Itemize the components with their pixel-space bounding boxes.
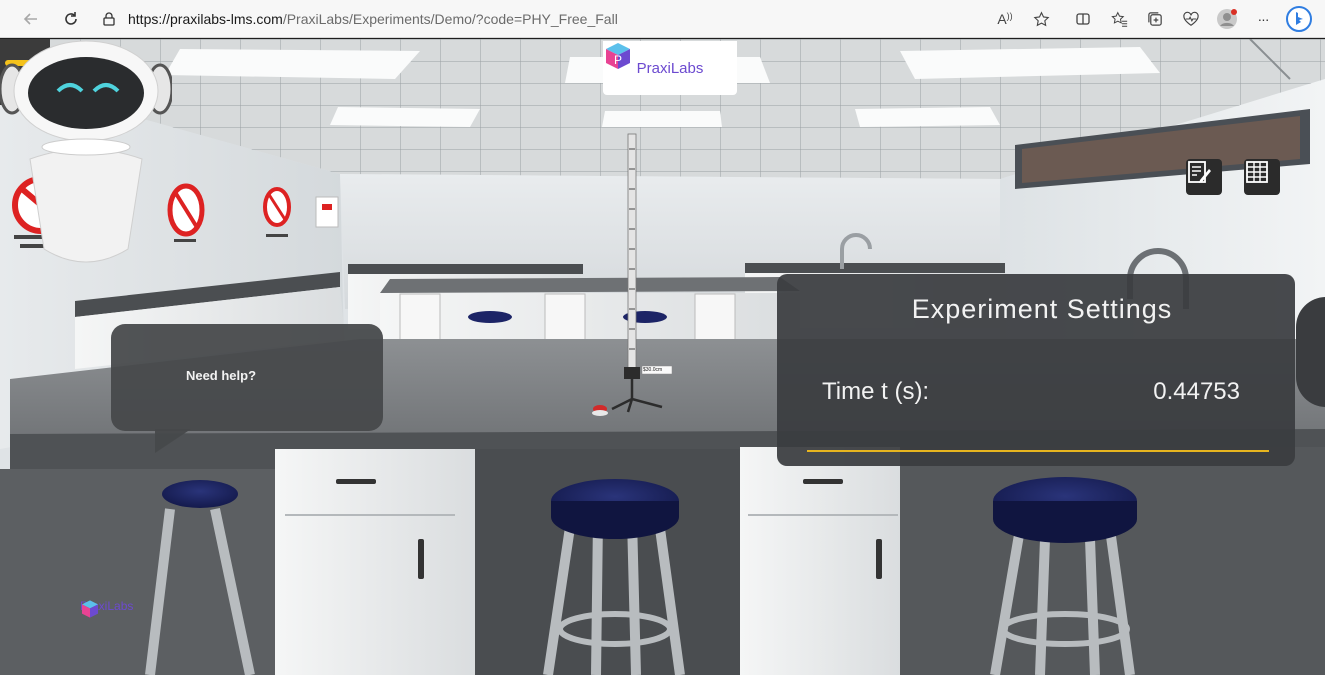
favorites-icon[interactable]	[1101, 4, 1137, 34]
lock-icon[interactable]	[102, 11, 116, 26]
stand-height-label: $30.0cm	[643, 367, 663, 373]
experiment-settings-panel: Experiment Settings Time t (s): 0.44753	[777, 274, 1295, 466]
address-bar[interactable]: https://praxilabs-lms.com/PraxiLabs/Expe…	[128, 11, 618, 27]
more-icon[interactable]: ···	[1245, 4, 1281, 34]
help-text: Need help?	[185, 368, 257, 383]
collections-icon[interactable]	[1137, 4, 1173, 34]
read-aloud-icon[interactable]: A))	[987, 4, 1023, 34]
profile-icon[interactable]	[1209, 4, 1245, 34]
praxilabs-logo: P PraxiLabs	[603, 41, 737, 95]
data-table-icon	[1246, 161, 1268, 183]
favorite-star-icon[interactable]	[1023, 4, 1059, 34]
read-aloud-label: A	[997, 11, 1007, 27]
bing-icon[interactable]	[1281, 4, 1317, 34]
brand-name: PraxiLabs	[636, 59, 704, 77]
notes-icon	[1188, 161, 1211, 183]
robot-assistant[interactable]	[0, 39, 172, 270]
help-bubble-tail	[155, 429, 191, 453]
refresh-icon[interactable]	[54, 4, 88, 34]
svg-text:P: P	[614, 53, 622, 67]
browser-actions: A)) ···	[987, 4, 1317, 34]
side-panel-toggle[interactable]	[1296, 297, 1325, 407]
url-path: /PraxiLabs/Experiments/Demo/?code=PHY_Fr…	[282, 10, 618, 27]
lab-scene[interactable]: $30.0cm P PraxiLabs Experiment Settings …	[0, 39, 1325, 675]
settings-underline	[807, 450, 1269, 452]
time-value: 0.44753	[1153, 378, 1240, 405]
split-screen-icon[interactable]	[1065, 4, 1101, 34]
back-icon[interactable]	[14, 4, 48, 34]
time-label: Time t (s):	[822, 378, 930, 405]
praxilabs-cube-icon: P	[606, 43, 630, 69]
performance-icon[interactable]	[1173, 4, 1209, 34]
url-host: https://praxilabs-lms.com	[128, 10, 283, 27]
notes-button[interactable]	[1186, 159, 1222, 195]
data-table-button[interactable]	[1244, 159, 1280, 195]
praxilabs-cube-icon	[82, 600, 98, 618]
browser-toolbar: https://praxilabs-lms.com/PraxiLabs/Expe…	[0, 0, 1325, 38]
settings-title: Experiment Settings	[911, 294, 1173, 324]
more-label: ···	[1257, 11, 1270, 27]
help-bubble[interactable]: Need help?	[111, 324, 383, 431]
robot-logo: PraxiLabs	[80, 599, 133, 618]
